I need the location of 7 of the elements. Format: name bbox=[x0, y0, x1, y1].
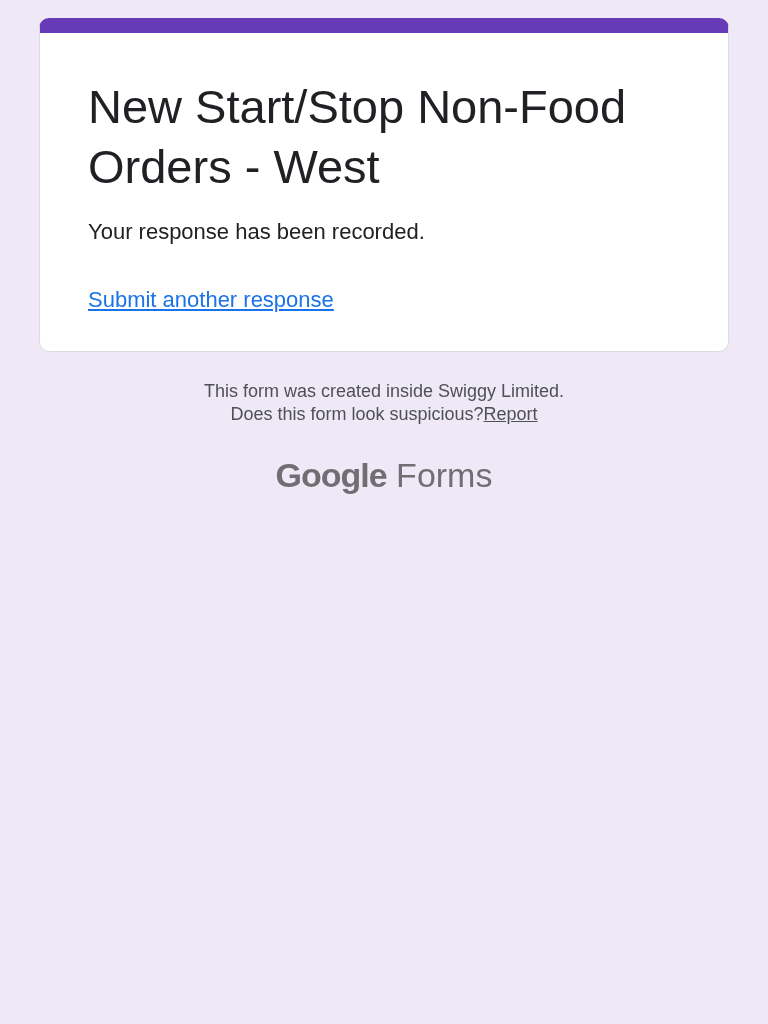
submit-another-link[interactable]: Submit another response bbox=[88, 287, 334, 313]
footer-text: This form was created inside Swiggy Limited. bbox=[202, 380, 566, 403]
footer-text: Does this form look suspicious? bbox=[230, 404, 484, 424]
google-forms-logo[interactable]: Google Forms bbox=[39, 456, 729, 495]
form-title: New Start/Stop Non-Food Orders - West bbox=[88, 79, 628, 195]
report-link[interactable]: Report bbox=[483, 404, 538, 424]
confirmation-message: Your response has been recorded. bbox=[88, 219, 426, 245]
